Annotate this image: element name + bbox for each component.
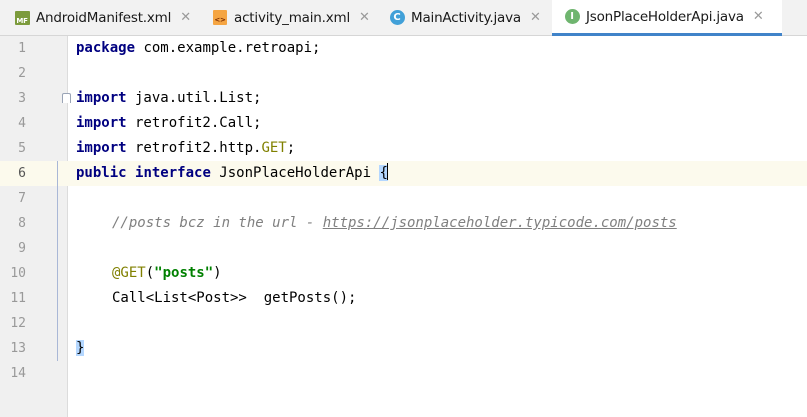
android-manifest-icon: MF [14, 10, 30, 26]
fold-range-indicator [57, 161, 58, 361]
tab-label: JsonPlaceHolderApi.java [586, 8, 744, 25]
tab-main-activity[interactable]: C MainActivity.java ✕ [389, 0, 541, 35]
code-text: import retrofit2.Call; [76, 115, 262, 131]
fold-marker-icon[interactable] [62, 93, 71, 103]
code-line: 11 Call<List<Post>> getPosts(); [0, 286, 807, 311]
code-line: 9 [0, 236, 807, 261]
close-icon[interactable]: ✕ [359, 10, 370, 25]
line-number: 5 [18, 141, 26, 156]
code-line: 13 } [0, 336, 807, 361]
java-class-icon: C [389, 10, 405, 26]
code-text: package com.example.retroapi; [76, 40, 321, 56]
close-icon[interactable]: ✕ [753, 9, 764, 24]
editor-tab-bar: MF AndroidManifest.xml ✕ <> activity_mai… [0, 0, 807, 36]
code-line: 12 [0, 311, 807, 336]
code-line: 5 import retrofit2.http.GET; [0, 136, 807, 161]
line-number: 13 [10, 341, 26, 356]
code-line: 4 import retrofit2.Call; [0, 111, 807, 136]
line-number: 4 [18, 116, 26, 131]
line-number: 3 [18, 91, 26, 106]
matched-brace: } [76, 340, 85, 356]
tab-json-placeholder-api[interactable]: I JsonPlaceHolderApi.java ✕ [552, 0, 782, 36]
code-line: 7 [0, 186, 807, 211]
current-code-line: 6 public interface JsonPlaceHolderApi { [0, 161, 807, 186]
tab-label: MainActivity.java [411, 9, 521, 26]
code-text: } [76, 336, 85, 361]
comment-url-link[interactable]: https://jsonplaceholder.typicode.com/pos… [323, 215, 677, 231]
code-text: @GET("posts") [112, 265, 222, 281]
line-number: 7 [18, 191, 26, 206]
code-text: import java.util.List; [76, 90, 262, 106]
code-comment: //posts bcz in the url - https://jsonpla… [112, 215, 677, 231]
tab-activity-main[interactable]: <> activity_main.xml ✕ [212, 0, 370, 35]
line-number: 2 [18, 66, 26, 81]
line-number: 10 [10, 266, 26, 281]
code-text: Call<List<Post>> getPosts(); [112, 290, 357, 306]
line-number: 11 [10, 291, 26, 306]
code-text: import retrofit2.http.GET; [76, 140, 296, 156]
line-number: 14 [10, 366, 26, 381]
line-number: 12 [10, 316, 26, 331]
close-icon[interactable]: ✕ [180, 10, 191, 25]
xml-layout-icon: <> [212, 10, 228, 26]
code-line: 2 [0, 61, 807, 86]
tab-android-manifest[interactable]: MF AndroidManifest.xml ✕ [14, 0, 191, 35]
java-interface-icon: I [564, 9, 580, 25]
text-cursor [386, 163, 388, 180]
line-number: 8 [18, 216, 26, 231]
tab-label: AndroidManifest.xml [36, 9, 172, 26]
code-line: 14 [0, 361, 807, 386]
code-line: 8 //posts bcz in the url - https://jsonp… [0, 211, 807, 236]
code-line: 1 package com.example.retroapi; [0, 36, 807, 61]
code-line: 3 import java.util.List; [0, 86, 807, 111]
line-number: 6 [18, 166, 26, 181]
tab-label: activity_main.xml [234, 9, 351, 26]
close-icon[interactable]: ✕ [530, 10, 541, 25]
line-number: 9 [18, 241, 26, 256]
code-line: 10 @GET("posts") [0, 261, 807, 286]
code-text: public interface JsonPlaceHolderApi { [76, 163, 388, 181]
line-number: 1 [18, 41, 26, 56]
